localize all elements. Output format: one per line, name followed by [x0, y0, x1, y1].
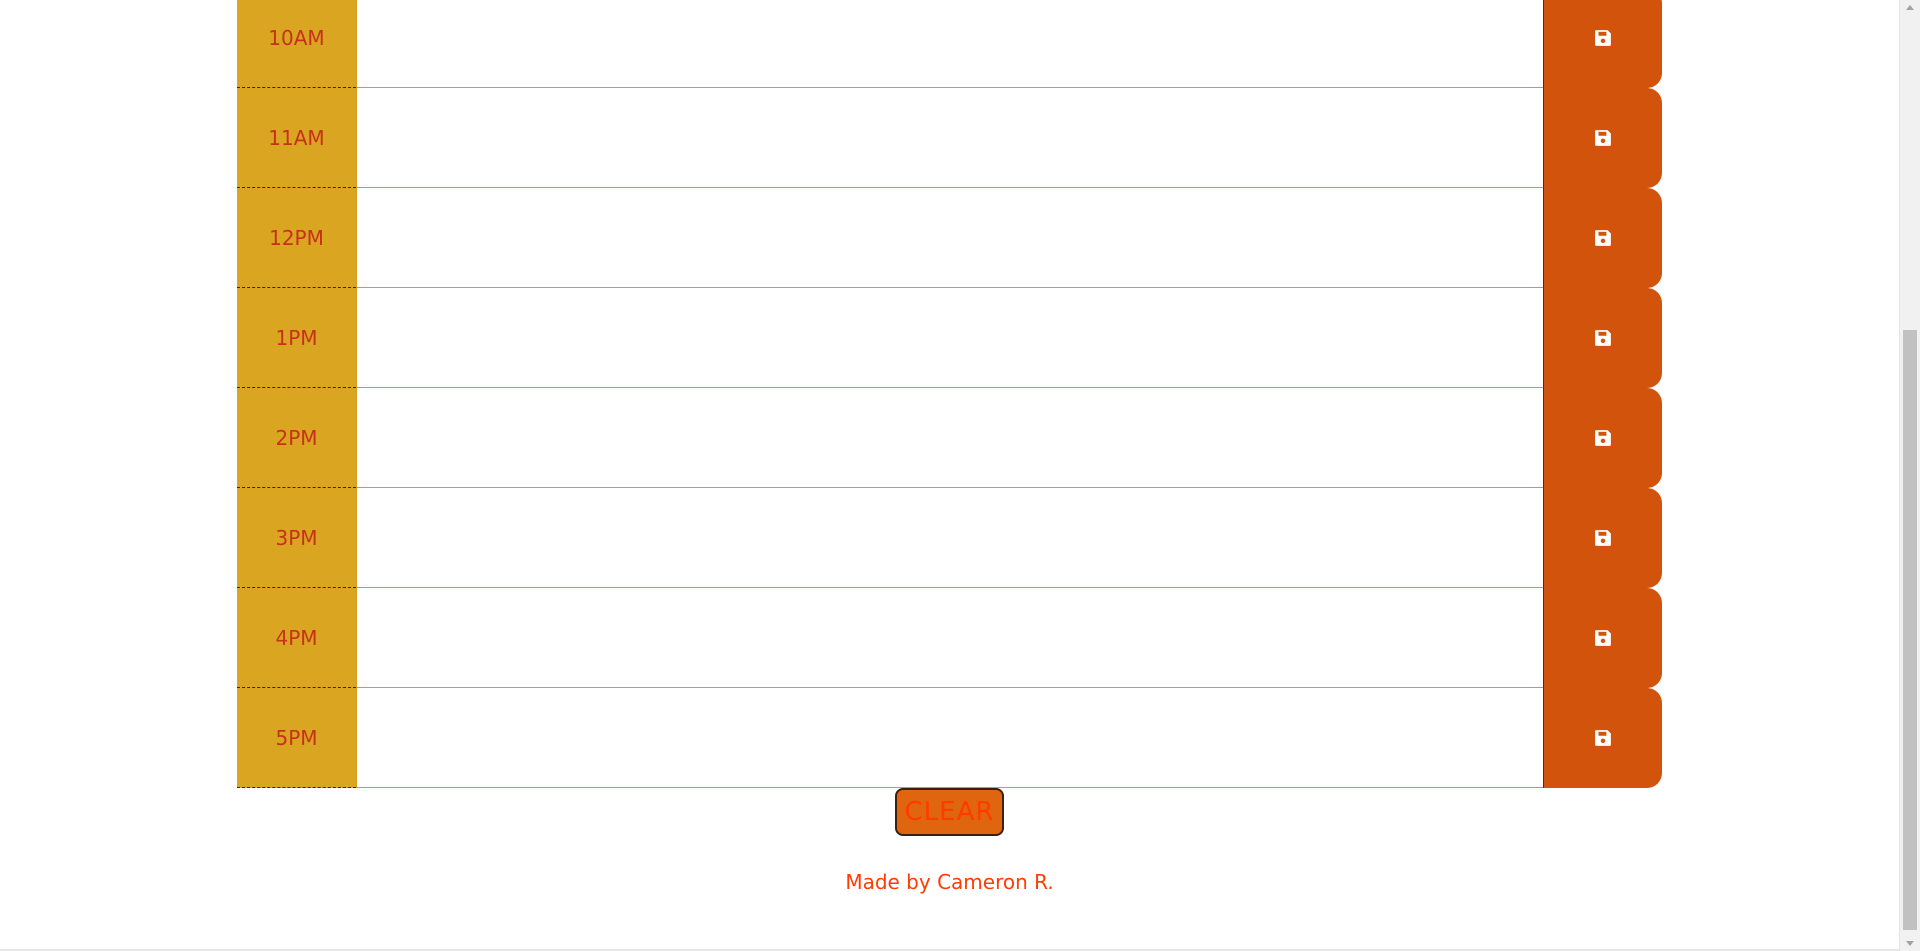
time-block-4pm: 4PM — [237, 588, 1662, 688]
hour-label: 12PM — [237, 188, 356, 288]
save-button[interactable] — [1543, 588, 1662, 688]
event-description-input[interactable] — [356, 88, 1543, 188]
hour-label: 10AM — [237, 0, 356, 88]
footer-credit: Made by Cameron R. — [845, 870, 1054, 894]
hour-label: 3PM — [237, 488, 356, 588]
clear-button-container: CLEAR — [895, 788, 1004, 836]
floppy-disk-icon — [1594, 629, 1612, 647]
time-block-2pm: 2PM — [237, 388, 1662, 488]
event-description-input[interactable] — [356, 588, 1543, 688]
save-button[interactable] — [1543, 688, 1662, 788]
vertical-scrollbar[interactable] — [1899, 0, 1920, 951]
floppy-disk-icon — [1594, 129, 1612, 147]
hour-label: 1PM — [237, 288, 356, 388]
scrollbar-thumb[interactable] — [1903, 330, 1917, 930]
event-description-input[interactable] — [356, 488, 1543, 588]
event-description-input[interactable] — [356, 688, 1543, 788]
save-button[interactable] — [1543, 288, 1662, 388]
event-description-input[interactable] — [356, 388, 1543, 488]
page-viewport: 10AM 11AM 12PM 1PM 2PM 3PM 4PM 5PM CLEAR… — [0, 0, 1899, 951]
event-description-input[interactable] — [356, 188, 1543, 288]
save-button[interactable] — [1543, 88, 1662, 188]
floppy-disk-icon — [1594, 429, 1612, 447]
floppy-disk-icon — [1594, 329, 1612, 347]
day-planner: 10AM 11AM 12PM 1PM 2PM 3PM 4PM 5PM — [237, 0, 1662, 788]
floppy-disk-icon — [1594, 529, 1612, 547]
event-description-input[interactable] — [356, 0, 1543, 88]
floppy-disk-icon — [1594, 229, 1612, 247]
time-block-5pm: 5PM — [237, 688, 1662, 788]
event-description-input[interactable] — [356, 288, 1543, 388]
save-button[interactable] — [1543, 488, 1662, 588]
time-block-11am: 11AM — [237, 88, 1662, 188]
save-button[interactable] — [1543, 388, 1662, 488]
hour-label: 2PM — [237, 388, 356, 488]
clear-button[interactable]: CLEAR — [895, 788, 1004, 836]
hour-label: 5PM — [237, 688, 356, 788]
scroll-up-arrow-icon[interactable] — [1906, 5, 1914, 10]
save-button[interactable] — [1543, 188, 1662, 288]
time-block-3pm: 3PM — [237, 488, 1662, 588]
time-block-1pm: 1PM — [237, 288, 1662, 388]
scroll-down-arrow-icon[interactable] — [1906, 941, 1914, 946]
floppy-disk-icon — [1594, 729, 1612, 747]
hour-label: 11AM — [237, 88, 356, 188]
save-button[interactable] — [1543, 0, 1662, 88]
hour-label: 4PM — [237, 588, 356, 688]
time-block-10am: 10AM — [237, 0, 1662, 88]
floppy-disk-icon — [1594, 29, 1612, 47]
time-block-12pm: 12PM — [237, 188, 1662, 288]
